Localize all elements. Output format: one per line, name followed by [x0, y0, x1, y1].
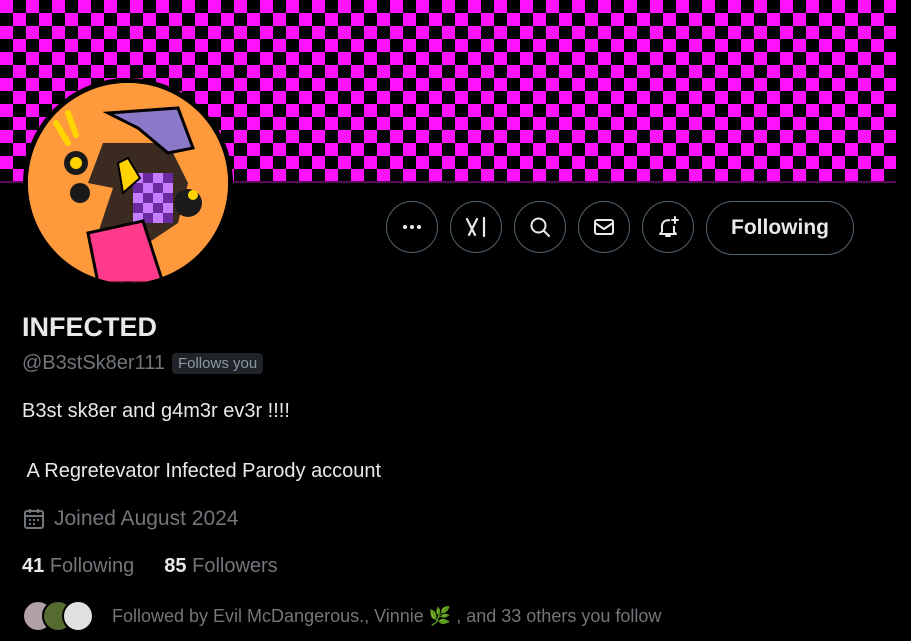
followed-by-row[interactable]: Followed by Evil McDangerous., Vinnie 🌿 …: [22, 598, 661, 634]
following-button[interactable]: Following: [706, 201, 854, 255]
profile-page: Following INFECTED @B3stSk8er111 Follows…: [0, 0, 896, 641]
search-icon: [530, 217, 550, 237]
joined-row: Joined August 2024: [22, 507, 239, 531]
followed-by-avatars: [22, 598, 98, 634]
message-icon: [594, 219, 614, 235]
follows-you-badge: Follows you: [171, 353, 264, 374]
avatar[interactable]: [28, 83, 228, 283]
notify-button[interactable]: [642, 201, 694, 253]
avatar-ring[interactable]: [23, 78, 233, 288]
more-button[interactable]: [386, 201, 438, 253]
followers-count: 85: [164, 555, 187, 577]
notify-icon: [659, 216, 679, 237]
message-button[interactable]: [578, 201, 630, 253]
following-label: Following: [49, 555, 135, 577]
following-count: 41: [22, 555, 45, 577]
more-icon: [403, 225, 421, 229]
bio-line-2: A Regretevator Infected Parody account: [22, 460, 382, 482]
follower-avatar: [62, 600, 94, 632]
display-name: INFECTED: [22, 312, 157, 342]
follow-stats: 41 Following 85 Followers: [22, 555, 278, 578]
handle: @B3stSk8er111: [22, 352, 165, 374]
calendar-icon: [24, 509, 44, 529]
followed-by-text: Followed by Evil McDangerous., Vinnie 🌿 …: [112, 605, 662, 626]
bio-line-1: B3st sk8er and g4m3r ev3r !!!!: [22, 400, 290, 422]
followers-stat[interactable]: 85 Followers: [164, 555, 277, 578]
joined-date: Joined August 2024: [54, 507, 239, 530]
profile-actions: Following: [386, 201, 854, 255]
grok-icon: [465, 216, 486, 238]
search-button[interactable]: [514, 201, 566, 253]
handle-row: @B3stSk8er111 Follows you: [22, 352, 264, 375]
grok-button[interactable]: [450, 201, 502, 253]
following-stat[interactable]: 41 Following: [22, 555, 134, 578]
scrollbar[interactable]: [896, 0, 911, 641]
followers-label: Followers: [192, 555, 278, 577]
avatar-illustration: [28, 83, 228, 283]
